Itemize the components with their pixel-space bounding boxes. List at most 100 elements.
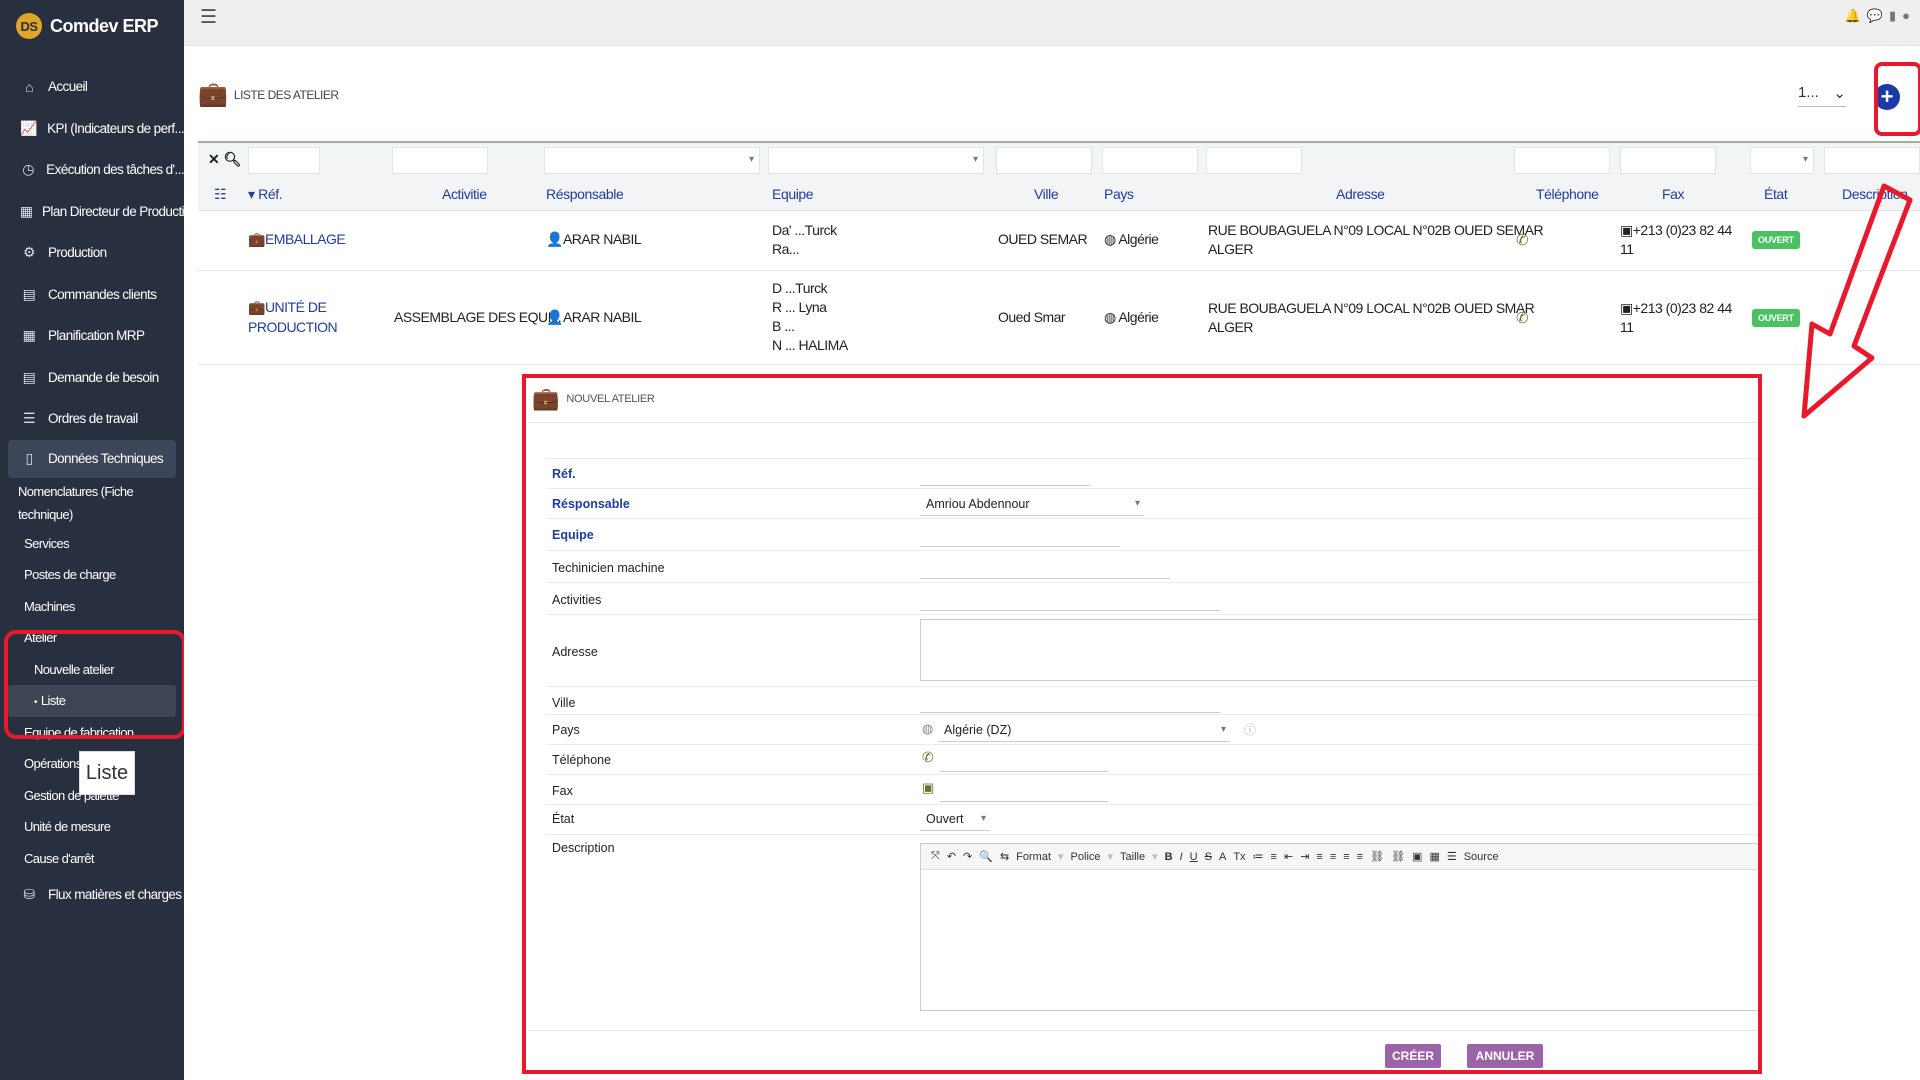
format-select[interactable]: Format [1016, 851, 1051, 863]
filter-responsable[interactable] [544, 147, 760, 174]
col-pays[interactable]: Pays [1104, 186, 1134, 202]
filter-ville[interactable] [996, 147, 1092, 174]
phone-icon[interactable]: ✆ [1516, 231, 1529, 249]
etat-select[interactable]: Ouvert [920, 807, 990, 831]
hr-icon[interactable]: ☰ [1447, 850, 1457, 863]
justify-icon[interactable]: ≡ [1357, 851, 1363, 863]
sidebar-sub-postes[interactable]: Postes de charge [0, 559, 184, 591]
filter-pays[interactable] [1102, 147, 1198, 174]
adresse-textarea[interactable] [920, 619, 1762, 681]
sidebar-item-plan-directeur[interactable]: ▦ Plan Directeur de Producti [0, 191, 184, 233]
text-color-button[interactable]: A [1219, 851, 1226, 863]
plus-circle-icon[interactable]: + [1874, 84, 1900, 110]
redo-icon[interactable]: ↷ [963, 850, 972, 863]
col-adresse[interactable]: Adresse [1336, 186, 1385, 202]
col-telephone[interactable]: Téléphone [1536, 186, 1599, 202]
list-icon[interactable]: ☷ [214, 186, 227, 203]
size-select[interactable]: Taille [1120, 851, 1145, 863]
source-button[interactable]: Source [1464, 851, 1499, 863]
sidebar-item-flux[interactable]: ⛁ Flux matières et charges [0, 874, 184, 916]
col-ref[interactable]: ▾ Réf. [248, 186, 283, 203]
sidebar-sub-nomenclatures[interactable]: Nomenclatures (Fiche technique) [0, 478, 184, 528]
link-icon[interactable]: ⛓ [1370, 850, 1384, 863]
fax-input[interactable] [940, 778, 1108, 802]
sidebar-item-ordres[interactable]: ☰ Ordres de travail [0, 398, 184, 440]
find-icon[interactable]: 🔍 [979, 850, 993, 863]
unlink-icon[interactable]: ⛓ [1391, 850, 1405, 863]
undo-icon[interactable]: ↶ [947, 850, 956, 863]
responsable-select[interactable]: Amriou Abdennour [920, 492, 1144, 516]
bold-button[interactable]: B [1165, 851, 1173, 863]
description-editor[interactable]: ⤧ ↶ ↷ 🔍 ⇆ Format ▾ Police ▾ Taille ▾ B I U … [920, 843, 1762, 1011]
filter-fax[interactable] [1620, 147, 1716, 174]
page-size-select[interactable]: 1... ⌄ [1798, 84, 1846, 107]
filter-telephone[interactable] [1514, 147, 1610, 174]
sidebar-item-production[interactable]: ⚙ Production [0, 232, 184, 274]
battery-icon[interactable]: ▮ [1889, 8, 1896, 24]
sidebar-item-commandes[interactable]: ▤ Commandes clients [0, 274, 184, 316]
app-title: Comdev ERP [50, 15, 159, 36]
table-row[interactable]: 💼UNITÉ DE PRODUCTION ASSEMBLAGE DES EQUI.… [198, 271, 1920, 365]
ref-input[interactable] [920, 462, 1090, 486]
sidebar-item-mrp[interactable]: ▦ Planification MRP [0, 315, 184, 357]
filter-activitie[interactable] [392, 147, 488, 174]
brand[interactable]: DS Comdev ERP [0, 0, 184, 52]
cell-ref[interactable]: 💼EMBALLAGE [248, 231, 346, 248]
sidebar-item-accueil[interactable]: ⌂ Accueil [0, 66, 184, 108]
italic-button[interactable]: I [1180, 851, 1183, 863]
numbered-list-icon[interactable]: ≔ [1253, 850, 1264, 863]
sidebar-sub-cause[interactable]: Cause d'arrêt [0, 843, 184, 875]
sidebar-item-donnees-techniques[interactable]: ▯ Données Techniques [8, 439, 176, 478]
phone-icon[interactable]: ✆ [1516, 309, 1529, 327]
menu-icon[interactable]: ☰ [200, 6, 217, 29]
info-icon[interactable]: ⓘ [1244, 721, 1256, 738]
align-right-icon[interactable]: ≡ [1343, 851, 1349, 863]
col-equipe[interactable]: Equipe [772, 186, 814, 202]
equipe-input[interactable] [920, 523, 1120, 547]
table-icon[interactable]: ▦ [1429, 850, 1439, 863]
sidebar-sub-equipe[interactable]: Equipe de fabrication [0, 717, 184, 749]
cancel-button[interactable]: ANNULER [1467, 1044, 1543, 1068]
sidebar-sub-machines[interactable]: Machines [0, 591, 184, 623]
sidebar-sub-services[interactable]: Services [0, 528, 184, 560]
telephone-input[interactable] [940, 748, 1108, 772]
col-ville[interactable]: Ville [1034, 186, 1059, 202]
align-left-icon[interactable]: ≡ [1316, 851, 1322, 863]
underline-button[interactable]: U [1190, 851, 1198, 863]
table-row[interactable]: 💼EMBALLAGE 👤ARAR NABIL Da' ...Turck Ra...… [198, 211, 1920, 271]
clear-filter-icon[interactable]: ✕ 🔍︎ [208, 151, 241, 168]
user-icon[interactable]: ● [1902, 8, 1910, 24]
remove-format-button[interactable]: Tx [1233, 851, 1245, 863]
sidebar-item-execution[interactable]: ◷ Exécution des tâches d'... [0, 149, 184, 191]
create-button[interactable]: CRÉER [1385, 1044, 1441, 1068]
sidebar-sub-atelier[interactable]: Atelier [0, 622, 184, 654]
align-center-icon[interactable]: ≡ [1330, 851, 1336, 863]
filter-adresse[interactable] [1206, 147, 1302, 174]
sidebar-item-demande[interactable]: ▤ Demande de besoin [0, 357, 184, 399]
sidebar-sub-unite[interactable]: Unité de mesure [0, 811, 184, 843]
image-icon[interactable]: ▣ [1412, 850, 1422, 863]
ville-input[interactable] [920, 689, 1220, 713]
sidebar-item-kpi[interactable]: 📈 KPI (Indicateurs de perf... [0, 108, 184, 150]
col-responsable[interactable]: Résponsable [546, 186, 624, 202]
maximize-icon[interactable]: ⤧ [931, 850, 940, 863]
sidebar-sub-nouvelle-atelier[interactable]: Nouvelle atelier [0, 654, 184, 686]
bell-icon[interactable]: 🔔 [1845, 8, 1861, 24]
font-select[interactable]: Police [1071, 851, 1101, 863]
bullet-list-icon[interactable]: ≡ [1271, 851, 1277, 863]
technicien-input[interactable] [920, 555, 1170, 579]
activities-input[interactable] [920, 587, 1220, 611]
row-adresse: Adresse [546, 614, 1762, 686]
col-activitie[interactable]: Activitie [442, 186, 487, 202]
pays-select[interactable]: Algérie (DZ) [938, 718, 1230, 742]
indent-icon[interactable]: ⇥ [1300, 850, 1309, 863]
cell-ref[interactable]: 💼UNITÉ DE PRODUCTION [248, 297, 338, 337]
chat-icon[interactable]: 💬 [1867, 8, 1883, 24]
outdent-icon[interactable]: ⇤ [1284, 850, 1293, 863]
filter-equipe[interactable] [768, 147, 984, 174]
strike-button[interactable]: S [1205, 851, 1212, 863]
sidebar-sub-liste[interactable]: Liste [8, 685, 176, 717]
col-fax[interactable]: Fax [1662, 186, 1685, 202]
replace-icon[interactable]: ⇆ [1000, 850, 1009, 863]
filter-ref[interactable] [248, 147, 320, 174]
